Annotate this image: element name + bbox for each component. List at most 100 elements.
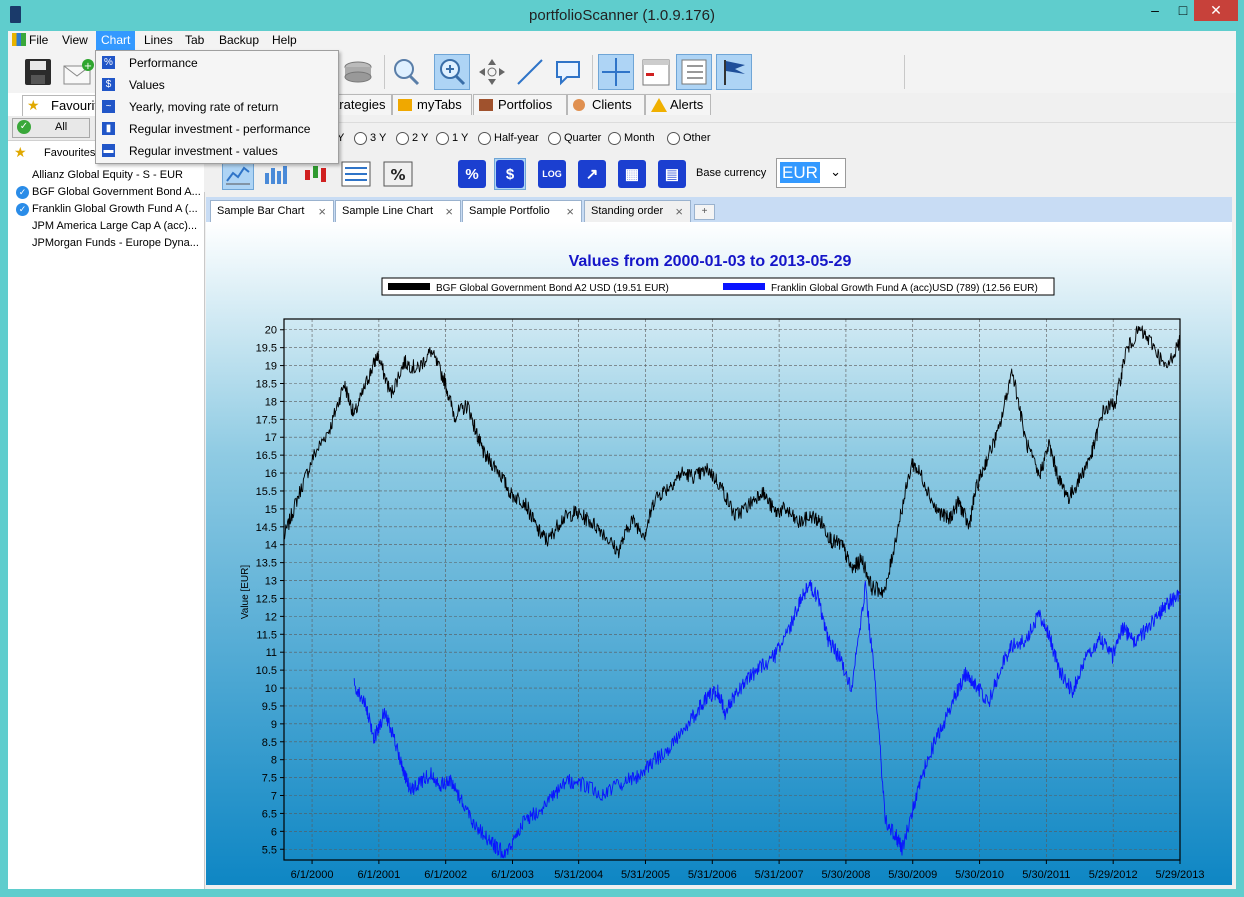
tab-standing-order[interactable]: Standing order × (584, 200, 691, 223)
x-tick-label: 5/31/2006 (688, 869, 737, 881)
toolbar-separator (384, 55, 385, 89)
chart-legend: BGF Global Government Bond A2 USD (19.51… (381, 277, 1055, 296)
y-tick-label: 12 (265, 611, 277, 623)
database-icon[interactable] (340, 54, 376, 90)
chevron-down-icon: ⌄ (830, 164, 841, 179)
close-tab-icon[interactable]: × (318, 201, 326, 222)
draw-line-icon[interactable] (512, 54, 548, 90)
y-tick-label: 15.5 (256, 486, 277, 498)
x-tick-label: 5/31/2007 (755, 869, 804, 881)
list-item[interactable]: JPMorgan Funds - Europe Dyna... (14, 235, 204, 252)
percent-icon[interactable]: % (456, 158, 488, 190)
chart-title: Values from 2000-01-03 to 2013-05-29 (569, 253, 852, 270)
save-icon[interactable] (20, 54, 56, 90)
tab-sample-portfolio[interactable]: Sample Portfolio × (462, 200, 582, 223)
y-tick-label: 6.5 (262, 808, 277, 820)
crosshair-icon[interactable] (598, 54, 634, 90)
chart-menu-dropdown: % Performance $ Values ~ Yearly, moving … (95, 50, 339, 164)
menu-help[interactable]: Help (267, 31, 302, 51)
toolbar-separator (904, 55, 905, 89)
piggy-bank-icon[interactable]: ▦ (616, 158, 648, 190)
percent-table-icon[interactable]: % (382, 158, 414, 190)
y-tick-label: 12.5 (256, 593, 277, 605)
app-menu-icon (12, 33, 26, 46)
tab-sample-bar-chart[interactable]: Sample Bar Chart × (210, 200, 334, 223)
title-bar: portfolioScanner (1.0.9.176) – □ ✕ (0, 0, 1244, 31)
main-tabs: Strategies myTabs Portfolios Clients Ale… (204, 93, 1236, 115)
zoom-icon[interactable] (388, 54, 424, 90)
x-tick-label: 6/1/2001 (357, 869, 400, 881)
all-button[interactable]: ✓ All (12, 118, 90, 138)
base-currency-label: Base currency (696, 167, 767, 179)
y-tick-label: 13.5 (256, 558, 277, 570)
pan-icon[interactable] (474, 54, 510, 90)
x-tick-label: 5/30/2008 (821, 869, 870, 881)
maximize-button[interactable]: □ (1172, 0, 1194, 21)
checked-icon: ✓ (16, 186, 29, 199)
close-tab-icon[interactable]: × (566, 201, 574, 222)
y-tick-label: 18 (265, 396, 277, 408)
close-tab-icon[interactable]: × (675, 201, 683, 222)
money-bag-icon: $ (102, 78, 115, 91)
x-tick-label: 5/30/2011 (1022, 869, 1070, 881)
list-item[interactable]: ✓ BGF Global Government Bond A... (14, 184, 204, 201)
menu-view[interactable]: View (57, 31, 93, 51)
window-title: portfolioScanner (1.0.9.176) (529, 7, 715, 24)
y-tick-label: 20 (265, 325, 277, 337)
list-icon[interactable] (676, 54, 712, 90)
comment-icon[interactable] (550, 54, 586, 90)
legend-swatch-franklin (723, 283, 765, 290)
menu-item-performance[interactable]: % Performance (96, 52, 336, 74)
menu-item-yearly-return[interactable]: ~ Yearly, moving rate of return (96, 96, 336, 118)
menu-item-regular-values[interactable]: ▬ Regular investment - values (96, 140, 336, 162)
calendar-grid-icon[interactable]: ▤ (656, 158, 688, 190)
star-icon: ★ (27, 97, 40, 113)
checked-icon: ✓ (16, 203, 29, 216)
tab-sample-line-chart[interactable]: Sample Line Chart × (335, 200, 461, 223)
warning-icon (651, 98, 667, 112)
svg-text:+: + (84, 61, 92, 72)
list-item[interactable]: ✓ Franklin Global Growth Fund A (... (14, 201, 204, 218)
add-tab-button[interactable]: + (694, 204, 715, 220)
calendar-icon[interactable] (638, 54, 674, 90)
money-bag-icon[interactable]: $ (494, 158, 526, 190)
y-tick-label: 16.5 (256, 450, 277, 462)
star-icon: ★ (14, 144, 27, 160)
tab-mytabs[interactable]: myTabs (392, 94, 472, 115)
list-item[interactable]: Allianz Global Equity - S - EUR (14, 167, 204, 184)
document-tabs: Sample Bar Chart × Sample Line Chart × Sam… (206, 197, 1232, 223)
check-icon: ✓ (17, 120, 31, 134)
menu-tab[interactable]: Tab (180, 31, 209, 51)
zoom-in-icon[interactable] (434, 54, 470, 90)
currency-select[interactable]: EUR ⌄ (776, 158, 846, 188)
close-tab-icon[interactable]: × (445, 201, 453, 222)
menu-chart[interactable]: Chart (96, 31, 136, 51)
y-tick-label: 17 (265, 432, 277, 444)
mail-add-icon[interactable]: + (60, 54, 96, 90)
person-icon (573, 99, 585, 111)
legend-label-franklin: Franklin Global Growth Fund A (acc)USD (… (771, 283, 1038, 294)
trend-icon[interactable]: ↗ (576, 158, 608, 190)
close-button[interactable]: ✕ (1194, 0, 1238, 21)
minimize-button[interactable]: – (1138, 0, 1172, 21)
tab-portfolios[interactable]: Portfolios (473, 94, 567, 115)
menu-file[interactable]: File (9, 31, 53, 51)
trend-icon: ~ (102, 100, 115, 113)
list-item[interactable]: JPM America Large Cap A (acc)... (14, 218, 204, 235)
log-scale-icon[interactable]: LOG (536, 158, 568, 190)
menu-lines[interactable]: Lines (139, 31, 178, 51)
x-tick-label: 5/29/2013 (1156, 869, 1205, 881)
menu-backup[interactable]: Backup (214, 31, 264, 51)
values-chart[interactable]: Values from 2000-01-03 to 2013-05-29 BGF… (206, 222, 1232, 885)
tab-clients[interactable]: Clients (567, 94, 645, 115)
y-tick-label: 14 (265, 540, 277, 552)
flag-icon[interactable] (716, 54, 752, 90)
menu-item-values[interactable]: $ Values (96, 74, 336, 96)
tab-alerts[interactable]: Alerts (645, 94, 711, 115)
y-tick-label: 17.5 (256, 414, 277, 426)
y-tick-label: 11 (266, 647, 277, 659)
menu-item-regular-performance[interactable]: ▮ Regular investment - performance (96, 118, 336, 140)
x-tick-label: 6/1/2003 (491, 869, 534, 881)
folder-icon (398, 99, 412, 111)
table-view-icon[interactable] (340, 158, 372, 190)
